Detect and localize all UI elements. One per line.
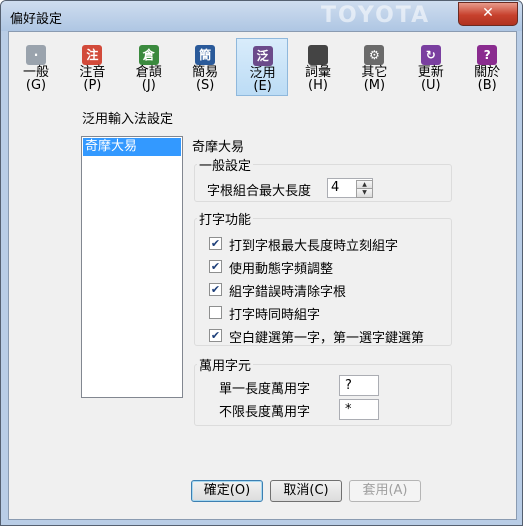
cancel-button[interactable]: 取消(C): [270, 480, 342, 502]
preferences-window: 偏好設定 TOYOTA ✕ · 一般 (G) 注注音 (P) 倉倉頡 (J) 簡簡易 (S) 泛泛…: [0, 0, 523, 526]
tab-shortcut: (S): [195, 78, 215, 93]
wildcard-title: 萬用字元: [197, 355, 254, 374]
max-length-label: 字根組合最大長度: [207, 184, 312, 199]
typing-functions-title: 打字功能: [197, 209, 254, 228]
title-bar[interactable]: 偏好設定 TOYOTA ✕: [1, 1, 522, 31]
typing-option-label[interactable]: 使用動態字頻調整: [229, 258, 333, 277]
max-length-value: 4: [331, 180, 340, 195]
tab-update[interactable]: ↻ 更新 (U): [405, 38, 457, 96]
single-wildcard-label: 單一長度萬用字: [219, 382, 311, 397]
tab-generic[interactable]: 泛泛用 (E): [235, 38, 288, 96]
typing-option-checkbox[interactable]: ✔: [209, 260, 222, 273]
section-title: 泛用輸入法設定: [82, 112, 174, 127]
close-icon: ✕: [482, 5, 494, 21]
typing-option-label[interactable]: 打到字根最大長度時立刻組字: [229, 235, 398, 254]
typing-option-label[interactable]: 組字錯誤時清除字根: [229, 281, 346, 300]
tab-shortcut: (M): [363, 78, 386, 93]
typing-option-checkbox[interactable]: [209, 306, 222, 319]
tab-shortcut: (P): [83, 78, 102, 93]
typing-option-checkbox[interactable]: ✔: [209, 329, 222, 342]
window-title: 偏好設定: [10, 12, 63, 27]
tab-shortcut: (J): [141, 78, 156, 93]
unlimited-wildcard-label: 不限長度萬用字: [219, 405, 311, 420]
tab-shortcut: (G): [25, 78, 47, 93]
tab-shortcut: (U): [420, 78, 441, 93]
typing-option-checkbox[interactable]: ✔: [209, 237, 222, 250]
ok-button[interactable]: 確定(O): [191, 480, 263, 502]
tab-shortcut: (H): [308, 78, 328, 93]
tab-database[interactable]: 詞彙 (H): [292, 38, 344, 96]
input-method-list[interactable]: 奇摩大易: [81, 136, 183, 398]
tab-general[interactable]: · 一般 (G): [10, 38, 62, 96]
unlimited-wildcard-input[interactable]: *: [339, 399, 379, 420]
spin-down-icon[interactable]: ▼: [356, 188, 373, 198]
close-button[interactable]: ✕: [458, 2, 518, 26]
tab-shortcut: (B): [477, 78, 497, 93]
tab-simplex[interactable]: 簡簡易 (S): [179, 38, 231, 96]
general-settings-title: 一般設定: [197, 155, 254, 174]
tab-zhuyin[interactable]: 注注音 (P): [66, 38, 118, 96]
max-length-stepper[interactable]: 4 ▲ ▼: [327, 178, 373, 198]
typing-option-label[interactable]: 空白鍵選第一字，第一選字鍵選第: [229, 327, 424, 346]
tab-about[interactable]: ? 關於 (B): [461, 38, 513, 96]
title-watermark: TOYOTA: [321, 3, 431, 28]
selected-im-name: 奇摩大易: [192, 140, 245, 155]
typing-option-checkbox[interactable]: ✔: [209, 283, 222, 296]
dialog-body: · 一般 (G) 注注音 (P) 倉倉頡 (J) 簡簡易 (S) 泛泛用 (E) 詞彙 (H) ⚙ 其它 (M…: [8, 31, 517, 520]
preference-toolbar: · 一般 (G) 注注音 (P) 倉倉頡 (J) 簡簡易 (S) 泛泛用 (E) 詞彙 (H) ⚙ 其它 (M…: [9, 32, 516, 96]
tab-shortcut: (E): [253, 79, 272, 94]
apply-button[interactable]: 套用(A): [349, 480, 421, 502]
list-item[interactable]: 奇摩大易: [83, 138, 181, 156]
single-wildcard-input[interactable]: ?: [339, 375, 379, 396]
tab-gear[interactable]: ⚙ 其它 (M): [348, 38, 400, 96]
typing-option-label[interactable]: 打字時同時組字: [229, 304, 320, 323]
tab-cangjie[interactable]: 倉倉頡 (J): [123, 38, 175, 96]
